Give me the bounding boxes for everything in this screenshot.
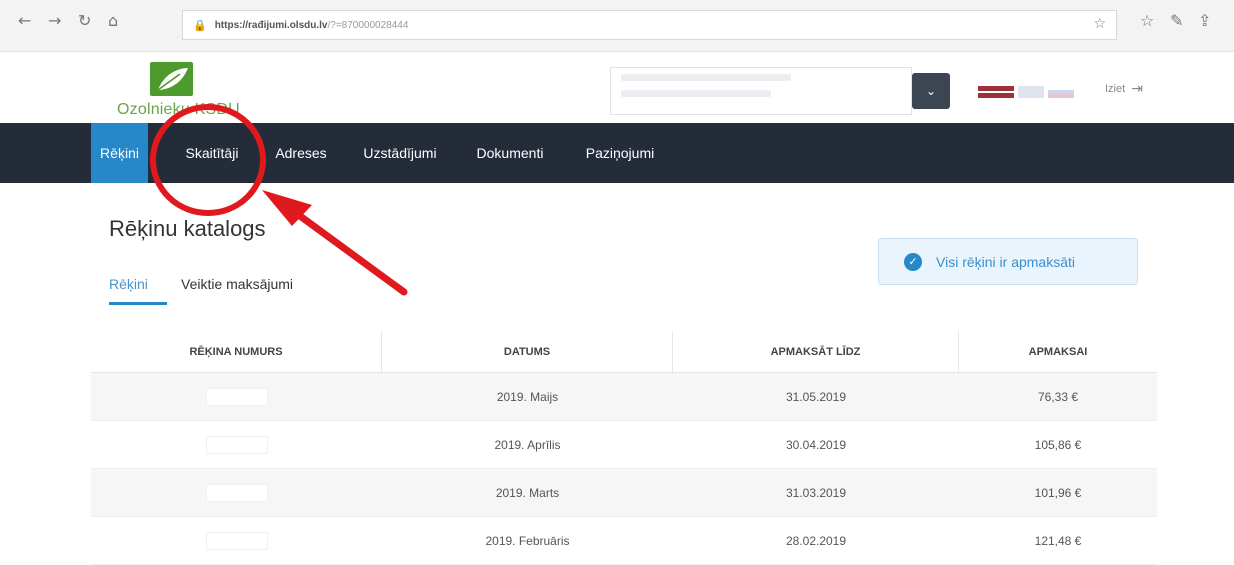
- nav-item-pazinojumi[interactable]: Paziņojumi: [570, 123, 670, 183]
- nav-item-rekini[interactable]: Rēķini: [91, 123, 148, 183]
- language-en-flag[interactable]: [1018, 86, 1044, 98]
- annotation-arrow-shaft: [281, 201, 408, 296]
- invoice-number-cell: [91, 421, 382, 468]
- logout-label: Iziet: [1105, 83, 1126, 95]
- main-nav: Rēķini Skaitītāji Adreses Uzstādījumi Do…: [0, 123, 1234, 183]
- back-icon[interactable]: ←: [18, 11, 31, 30]
- column-header-amount[interactable]: APMAKSAI: [959, 331, 1157, 372]
- tab-rekini[interactable]: Rēķini: [109, 276, 148, 292]
- redacted-block: [205, 435, 268, 454]
- forward-icon[interactable]: →: [48, 11, 61, 30]
- table-row[interactable]: 2019. Aprīlis 30.04.2019 105,86 €: [91, 421, 1157, 469]
- date-cell: 2019. Aprīlis: [494, 437, 561, 452]
- due-cell: 30.04.2019: [785, 437, 847, 452]
- table-row[interactable]: 2019. Marts 31.03.2019 101,96 €: [91, 469, 1157, 517]
- logout-icon: ⇥: [1131, 81, 1143, 97]
- favorite-star-icon[interactable]: ☆: [1093, 16, 1106, 32]
- home-icon[interactable]: ⌂: [108, 11, 118, 30]
- invoice-table: RĒĶINA NUMURS DATUMS APMAKSĀT LĪDZ APMAK…: [91, 331, 1157, 565]
- date-cell: 2019. Maijs: [496, 389, 559, 404]
- redacted-block: [205, 387, 268, 406]
- status-banner: ✓ Visi rēķini ir apmaksāti: [878, 238, 1138, 285]
- address-bar[interactable]: 🔒 https://rađijumi.olsdu.lv /?=870000028…: [182, 10, 1117, 40]
- column-header-due[interactable]: APMAKSĀT LĪDZ: [673, 331, 959, 372]
- status-text: Visi rēķini ir apmaksāti: [936, 253, 1076, 270]
- tab-veiktie-maksajumi[interactable]: Veiktie maksājumi: [181, 276, 293, 292]
- date-cell: 2019. Marts: [495, 485, 560, 500]
- nav-item-label: Uzstādījumi: [363, 145, 437, 161]
- active-tab-indicator: [109, 302, 167, 305]
- amount-cell: 105,86 €: [1034, 437, 1082, 452]
- account-line-2: [621, 90, 771, 97]
- browser-toolbar: ← → ↻ ⌂ 🔒 https://rađijumi.olsdu.lv /?=8…: [0, 0, 1234, 52]
- check-circle-icon: ✓: [904, 252, 922, 271]
- pen-icon[interactable]: ✎: [1170, 11, 1183, 30]
- nav-item-adreses[interactable]: Adreses: [262, 123, 340, 183]
- table-row[interactable]: 2019. Maijs 31.05.2019 76,33 €: [91, 373, 1157, 421]
- column-header-number[interactable]: RĒĶINA NUMURS: [91, 331, 382, 372]
- lock-icon: 🔒: [193, 18, 207, 32]
- nav-item-skaititaji[interactable]: Skaitītāji: [168, 123, 256, 183]
- nav-item-label: Adreses: [275, 145, 327, 161]
- nav-item-label: Rēķini: [100, 145, 139, 161]
- nav-item-label: Paziņojumi: [585, 145, 655, 161]
- url-path: /?=870000028444: [327, 19, 409, 31]
- due-cell: 28.02.2019: [785, 533, 847, 548]
- nav-item-uzstadijumi[interactable]: Uzstādījumi: [350, 123, 450, 183]
- share-icon[interactable]: ⇪: [1198, 11, 1211, 30]
- refresh-icon[interactable]: ↻: [78, 11, 91, 30]
- redacted-block: [205, 483, 268, 502]
- invoice-number-cell: [91, 373, 382, 420]
- table-body: 2019. Maijs 31.05.2019 76,33 € 2019. Apr…: [91, 373, 1157, 565]
- nav-item-label: Skaitītāji: [185, 145, 239, 161]
- favorites-icon[interactable]: ☆: [1140, 11, 1154, 30]
- redacted-block: [205, 531, 268, 550]
- invoice-number-cell: [91, 469, 382, 516]
- invoice-number-cell: [91, 517, 382, 564]
- language-lv-flag[interactable]: [978, 86, 1014, 98]
- date-cell: 2019. Februāris: [485, 533, 570, 548]
- account-line-1: [621, 74, 791, 81]
- url-scheme-host: https://rađijumi.olsdu.lv: [214, 19, 328, 31]
- table-header: RĒĶINA NUMURS DATUMS APMAKSĀT LĪDZ APMAK…: [91, 331, 1157, 373]
- site-header: Ozolnieku KSDU ⌄ Iziet ⇥: [0, 53, 1234, 123]
- nav-item-label: Dokumenti: [476, 145, 544, 161]
- column-header-date[interactable]: DATUMS: [382, 331, 673, 372]
- amount-cell: 121,48 €: [1034, 533, 1082, 548]
- amount-cell: 76,33 €: [1037, 389, 1079, 404]
- page-title: Rēķinu katalogs: [109, 216, 266, 241]
- language-ru-flag[interactable]: [1048, 86, 1074, 98]
- logo-text: Ozolnieku KSDU: [117, 101, 240, 118]
- nav-item-dokumenti[interactable]: Dokumenti: [460, 123, 560, 183]
- account-selector[interactable]: [610, 67, 912, 115]
- annotation-arrow-head: [262, 190, 312, 226]
- logout-button[interactable]: Iziet ⇥: [1105, 81, 1143, 97]
- due-cell: 31.03.2019: [785, 485, 847, 500]
- due-cell: 31.05.2019: [785, 389, 847, 404]
- chevron-down-icon[interactable]: ⌄: [912, 73, 950, 109]
- table-row[interactable]: 2019. Februāris 28.02.2019 121,48 €: [91, 517, 1157, 565]
- amount-cell: 101,96 €: [1034, 485, 1082, 500]
- logo-leaf-icon[interactable]: [150, 62, 193, 96]
